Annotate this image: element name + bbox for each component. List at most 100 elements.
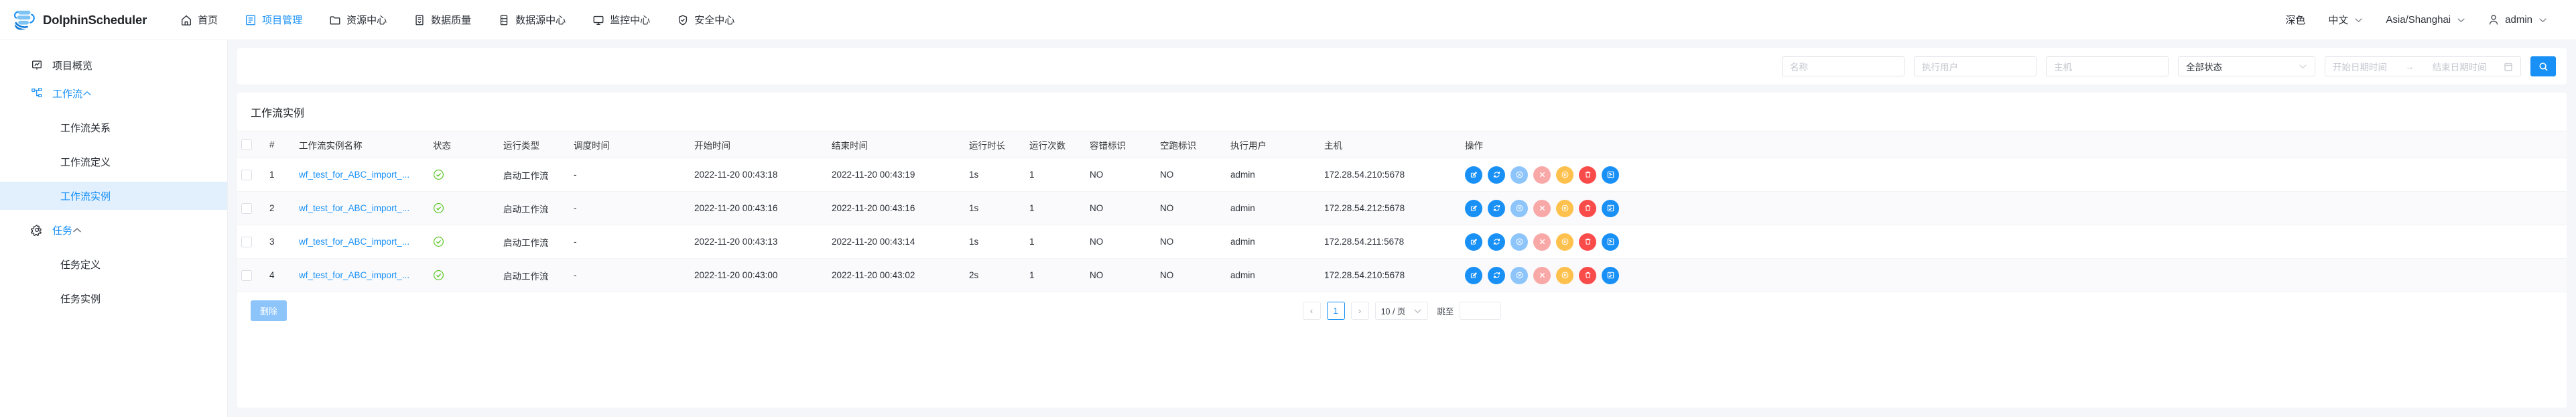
nav-item-project[interactable]: 项目管理 [231, 1, 316, 40]
op-rerun-button[interactable] [1488, 166, 1505, 184]
op-delete-button[interactable] [1579, 266, 1596, 284]
select-all-checkbox[interactable] [241, 139, 252, 150]
sidebar-item-label: 任务实例 [60, 293, 101, 305]
home-icon [180, 14, 192, 26]
op-gantt-button[interactable] [1602, 166, 1619, 184]
prev-page-button[interactable]: ‹ [1302, 302, 1321, 320]
op-rerun-button[interactable] [1488, 266, 1505, 284]
stop-icon [1515, 170, 1524, 179]
op-delete-button[interactable] [1579, 199, 1596, 217]
sidebar-item-task-instance[interactable]: 任务实例 [0, 284, 227, 312]
row-checkbox[interactable] [241, 202, 252, 214]
sidebar-item-workflow-relation[interactable]: 工作流关系 [0, 113, 227, 141]
status-select[interactable]: 全部状态 [2178, 56, 2315, 76]
op-stop-button[interactable] [1510, 233, 1528, 251]
workflow-instance-link[interactable]: wf_test_for_ABC_import_... [299, 237, 409, 247]
op-gantt-button[interactable] [1602, 199, 1619, 217]
timezone-selector[interactable]: Asia/Shanghai [2374, 14, 2477, 25]
brand[interactable]: DolphinScheduler [12, 9, 147, 32]
language-selector[interactable]: 中文 [2317, 13, 2374, 27]
cell-run-type: 启动工作流 [499, 158, 570, 192]
chevron-down-icon [2299, 64, 2307, 69]
nav-item-data-quality[interactable]: 数据质量 [400, 1, 485, 40]
op-gantt-button[interactable] [1602, 266, 1619, 284]
date-range-picker[interactable]: 开始日期时间 → 结束日期时间 [2325, 56, 2521, 76]
sidebar-item-overview[interactable]: 项目概览 [0, 51, 227, 79]
th-duration: 运行时长 [965, 131, 1025, 158]
cell-end-time: 2022-11-20 00:43:14 [828, 225, 965, 259]
nav-item-resource[interactable]: 资源中心 [316, 1, 400, 40]
user-menu[interactable]: admin [2477, 14, 2559, 25]
op-edit-button[interactable] [1465, 166, 1482, 184]
cell-index: 4 [265, 258, 295, 292]
cell-select [237, 258, 265, 292]
delete-button[interactable]: 删除 [251, 300, 287, 321]
sidebar-item-label: 任务定义 [60, 259, 101, 271]
op-kill-button[interactable] [1533, 266, 1551, 284]
nav-item-monitor[interactable]: 监控中心 [579, 1, 663, 40]
cell-start-time: 2022-11-20 00:43:13 [690, 225, 828, 259]
cell-dry-run: NO [1156, 158, 1226, 192]
cell-fault-tolerant: NO [1086, 225, 1156, 259]
op-gantt-button[interactable] [1602, 233, 1619, 251]
sidebar-item-workflow-instance[interactable]: 工作流实例 [0, 182, 227, 210]
gantt-icon [1606, 237, 1615, 246]
row-checkbox[interactable] [241, 270, 252, 281]
next-page-button[interactable]: › [1350, 302, 1369, 320]
nav-item-datasource[interactable]: 数据源中心 [485, 1, 579, 40]
op-edit-button[interactable] [1465, 233, 1482, 251]
op-rerun-button[interactable] [1488, 233, 1505, 251]
search-exec-user-input[interactable]: 执行用户 [1914, 56, 2037, 76]
cell-start-time: 2022-11-20 00:43:16 [690, 191, 828, 225]
op-delete-button[interactable] [1579, 233, 1596, 251]
op-pause-button[interactable] [1556, 166, 1573, 184]
gantt-icon [1606, 170, 1615, 179]
op-pause-button[interactable] [1556, 233, 1573, 251]
op-delete-button[interactable] [1579, 166, 1596, 184]
op-edit-button[interactable] [1465, 199, 1482, 217]
rerun-icon [1492, 204, 1501, 213]
th-dry-run: 空跑标识 [1156, 131, 1226, 158]
op-kill-button[interactable] [1533, 233, 1551, 251]
cell-select [237, 225, 265, 259]
op-pause-button[interactable] [1556, 199, 1573, 217]
row-checkbox[interactable] [241, 236, 252, 247]
op-stop-button[interactable] [1510, 199, 1528, 217]
edit-icon [1470, 170, 1478, 179]
user-icon [2488, 14, 2499, 25]
sidebar-item-workflow-definition[interactable]: 工作流定义 [0, 147, 227, 176]
op-rerun-button[interactable] [1488, 199, 1505, 217]
nav-item-security[interactable]: 安全中心 [663, 1, 748, 40]
cell-exec-user: admin [1226, 225, 1320, 259]
filter-bar: 名称 执行用户 主机 全部状态 开始日期时间 → 结束日期时间 [237, 48, 2567, 84]
search-name-input[interactable]: 名称 [1782, 56, 1905, 76]
th-name: 工作流实例名称 [295, 131, 429, 158]
sidebar-group-task[interactable]: 任务 [0, 216, 227, 244]
sidebar-item-task-definition[interactable]: 任务定义 [0, 250, 227, 278]
theme-toggle[interactable]: 深色 [2274, 13, 2317, 27]
op-stop-button[interactable] [1510, 166, 1528, 184]
page-size-select[interactable]: 10 / 页 [1374, 302, 1429, 320]
table-footer: 删除 ‹ 1 › 10 / 页 跳至 [237, 292, 2567, 321]
pause-icon [1561, 237, 1569, 246]
nav-item-home[interactable]: 首页 [167, 1, 231, 40]
status-success-icon [433, 236, 495, 247]
workflow-instance-link[interactable]: wf_test_for_ABC_import_... [299, 170, 409, 180]
search-button[interactable] [2530, 56, 2556, 76]
cell-run-type: 启动工作流 [499, 225, 570, 259]
workflow-instance-link[interactable]: wf_test_for_ABC_import_... [299, 203, 409, 213]
search-host-input[interactable]: 主机 [2046, 56, 2169, 76]
workflow-instance-link[interactable]: wf_test_for_ABC_import_... [299, 270, 409, 280]
status-success-icon [433, 270, 495, 281]
op-kill-button[interactable] [1533, 199, 1551, 217]
op-pause-button[interactable] [1556, 266, 1573, 284]
rerun-icon [1492, 237, 1501, 246]
op-edit-button[interactable] [1465, 266, 1482, 284]
goto-page-input[interactable] [1460, 302, 1502, 320]
cell-status [429, 258, 499, 292]
row-checkbox[interactable] [241, 169, 252, 180]
sidebar-group-workflow[interactable]: 工作流 [0, 79, 227, 107]
op-kill-button[interactable] [1533, 166, 1551, 184]
page-1-button[interactable]: 1 [1326, 302, 1345, 320]
op-stop-button[interactable] [1510, 266, 1528, 284]
